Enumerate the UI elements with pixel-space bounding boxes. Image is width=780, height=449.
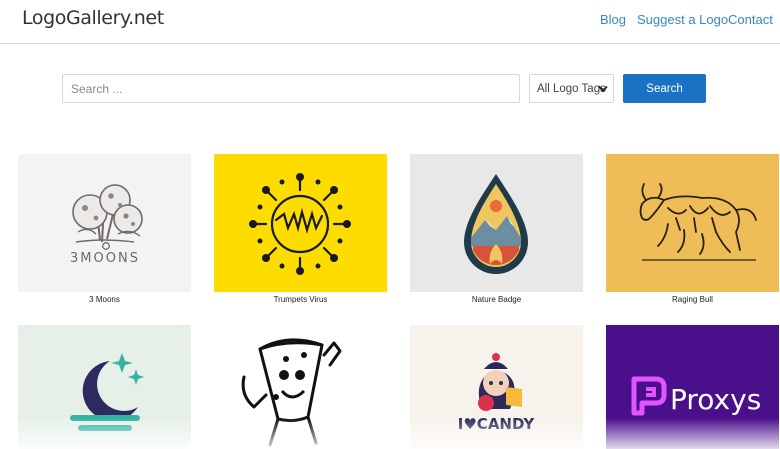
gallery-card-i-love-candy[interactable]: I♥CANDY [410,325,583,449]
logo-thumbnail[interactable]: Proxys [606,325,779,449]
nav-link-blog[interactable]: Blog [600,12,626,27]
site-logo[interactable]: LogoGallery.net [22,7,164,29]
top-navbar: LogoGallery.net Blog Suggest a Logo Cont… [0,0,780,44]
logo-wordmark: Proxys [670,383,761,416]
logo-thumbnail[interactable] [18,325,191,449]
gallery-card-3-moons[interactable]: 3MOONS 3 Moons [18,154,191,304]
logo-caption[interactable]: Raging Bull [606,295,779,304]
logo-wordmark: 3MOONS [70,251,140,266]
logo-caption[interactable]: 3 Moons [18,295,191,304]
gallery-card-pizza-mascot[interactable] [214,325,387,449]
search-input[interactable] [62,74,520,103]
logo-wordmark: I♥CANDY [458,415,536,433]
moon-sailboat-logo-image [70,353,144,431]
pizza-mascot-logo-image [241,338,342,447]
gallery-card-moon-sailboat[interactable] [18,325,191,449]
logo-caption[interactable]: Trumpets Virus [214,295,387,304]
gallery-card-raging-bull[interactable]: Raging Bull [606,154,779,304]
nav-link-suggest-logo[interactable]: Suggest a Logo [637,12,728,27]
logo-thumbnail[interactable] [214,325,387,449]
raging-bull-logo-image [639,183,757,261]
nature-badge-logo-image [464,174,528,274]
logo-thumbnail[interactable]: 3MOONS [18,154,191,292]
chevron-down-icon [598,86,608,92]
moons-tree-logo-image: 3MOONS [70,184,143,266]
proxys-logo-image: Proxys [631,376,761,416]
gallery-card-trumpets-virus[interactable]: Trumpets Virus [214,154,387,304]
gallery-card-nature-badge[interactable]: Nature Badge [410,154,583,304]
i-love-candy-logo-image: I♥CANDY [458,353,536,433]
logo-thumbnail[interactable] [214,154,387,292]
logo-thumbnail[interactable] [410,154,583,292]
search-button[interactable]: Search [623,74,706,103]
nav-link-contact[interactable]: Contact [728,12,773,27]
logo-caption[interactable]: Nature Badge [410,295,583,304]
logo-tags-select-value: All Logo Tags [537,83,606,95]
trumpets-virus-logo-image [249,173,351,275]
logo-thumbnail[interactable] [606,154,779,292]
gallery-card-proxys[interactable]: Proxys [606,325,779,449]
logo-tags-select[interactable]: All Logo Tags [529,74,614,103]
logo-thumbnail[interactable]: I♥CANDY [410,325,583,449]
